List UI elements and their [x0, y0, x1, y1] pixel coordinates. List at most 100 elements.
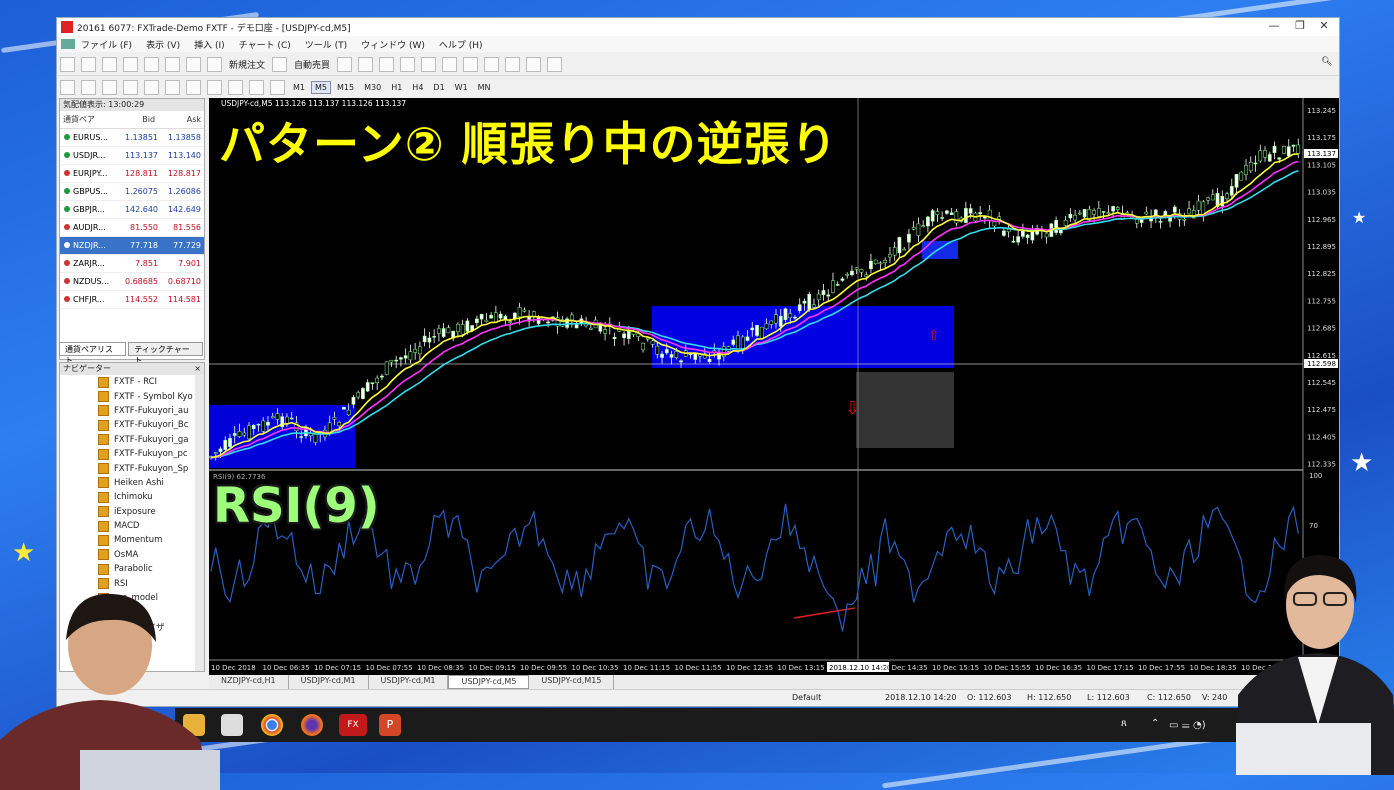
- indicators-icon[interactable]: [505, 56, 521, 72]
- templates-icon[interactable]: [547, 56, 563, 72]
- auto-trading-icon[interactable]: [272, 56, 288, 72]
- tray-person-icon[interactable]: ጸ: [1121, 718, 1127, 729]
- market-watch-row[interactable]: ZARJR... 7.851 7.901: [60, 254, 204, 273]
- navigator-item[interactable]: OsMA: [60, 548, 204, 562]
- navigator-item[interactable]: Ichimoku: [60, 490, 204, 504]
- market-watch-row[interactable]: AUDJR... 81.550 81.556: [60, 218, 204, 237]
- new-order-icon[interactable]: [207, 56, 222, 72]
- tf-m15[interactable]: M15: [333, 81, 358, 94]
- column-header-symbol[interactable]: 通貨ペア: [60, 111, 119, 129]
- rectangle-icon[interactable]: [249, 79, 264, 95]
- tf-m1[interactable]: M1: [289, 81, 309, 94]
- menu-help[interactable]: ヘルプ (H): [439, 38, 483, 51]
- trendline-icon[interactable]: [144, 79, 159, 95]
- market-watch-row[interactable]: EURJPY... 128.811 128.817: [60, 164, 204, 183]
- column-header-bid[interactable]: Bid: [118, 111, 162, 129]
- chart-tab[interactable]: USDJPY-cd,M15: [529, 675, 615, 689]
- market-watch-icon[interactable]: [102, 56, 117, 72]
- menu-tools[interactable]: ツール (T): [305, 38, 347, 51]
- tf-m30[interactable]: M30: [360, 81, 385, 94]
- ask-cell: 1.26086: [161, 182, 204, 201]
- tf-d1[interactable]: D1: [429, 81, 448, 94]
- terminal-icon[interactable]: [165, 56, 180, 72]
- tile-windows-icon[interactable]: [442, 56, 458, 72]
- market-watch-row[interactable]: GBPUS... 1.26075 1.26086: [60, 182, 204, 201]
- powerpoint-icon[interactable]: P: [379, 714, 401, 736]
- text-icon[interactable]: [207, 79, 222, 95]
- navigator-item[interactable]: MACD: [60, 519, 204, 533]
- tf-mn[interactable]: MN: [474, 81, 495, 94]
- tab-symbols[interactable]: 通貨ペアリスト: [59, 342, 127, 365]
- navigator-item[interactable]: FXTF-Fukuyon_pc: [60, 447, 204, 461]
- minimize-button[interactable]: —: [1263, 19, 1285, 32]
- store-icon[interactable]: [221, 714, 243, 736]
- chart-shift-icon[interactable]: [484, 56, 500, 72]
- navigator-item[interactable]: RSI: [60, 576, 204, 590]
- menu-chart[interactable]: チャート (C): [239, 38, 291, 51]
- navigator-item[interactable]: FXTF - Symbol Kyo: [60, 389, 204, 403]
- search-icon[interactable]: 🔍︎: [1321, 57, 1336, 72]
- zoom-out-icon[interactable]: [421, 56, 437, 72]
- column-header-ask[interactable]: Ask: [161, 111, 204, 129]
- navigator-item[interactable]: FXTF-Fukuyon_Sp: [60, 461, 204, 475]
- channel-icon[interactable]: [165, 79, 180, 95]
- bar-chart-icon[interactable]: [337, 56, 353, 72]
- chart-area[interactable]: ⇩ ⇧ 113.245 113.175 113.105 113.035 112.965 1…: [209, 98, 1339, 676]
- menu-view[interactable]: 表示 (V): [146, 38, 180, 51]
- chart-canvas[interactable]: ⇩ ⇧ 113.245113.175113.105113.035112.9651…: [209, 98, 1339, 676]
- horizontal-line-icon[interactable]: [123, 79, 138, 95]
- tab-tick-chart[interactable]: ティックチャート: [128, 342, 203, 365]
- tf-h1[interactable]: H1: [387, 81, 406, 94]
- fibonacci-icon[interactable]: [186, 79, 201, 95]
- chart-tab[interactable]: USDJPY-cd,M1: [369, 675, 449, 689]
- crosshair-icon[interactable]: [81, 79, 96, 95]
- tray-chevron-icon[interactable]: ⌃: [1151, 718, 1159, 729]
- market-watch-row[interactable]: NZDJR... 77.718 77.729: [60, 236, 204, 255]
- chrome-icon[interactable]: [261, 714, 283, 736]
- tray-icons[interactable]: ▭ 𝍢 ◔): [1169, 718, 1206, 735]
- navigator-item[interactable]: Momentum: [60, 533, 204, 547]
- navigator-item[interactable]: FXTF-Fukuyori_au: [60, 404, 204, 418]
- tf-w1[interactable]: W1: [451, 81, 472, 94]
- tf-h4[interactable]: H4: [408, 81, 427, 94]
- maximize-button[interactable]: ❐: [1289, 19, 1311, 32]
- chart-tab[interactable]: NZDJPY-cd,H1: [209, 675, 289, 689]
- cursor-icon[interactable]: [60, 79, 75, 95]
- navigator-item[interactable]: FXTF-Fukuyori_ga: [60, 433, 204, 447]
- market-watch-row[interactable]: USDJR... 113.137 113.140: [60, 146, 204, 165]
- candlestick-icon[interactable]: [358, 56, 374, 72]
- market-watch-row[interactable]: NZDUS... 0.68685 0.68710: [60, 272, 204, 291]
- navigator-item[interactable]: Heiken Ashi: [60, 476, 204, 490]
- firefox-icon[interactable]: [301, 714, 323, 736]
- profiles-icon[interactable]: [81, 56, 96, 72]
- navigator-item[interactable]: iExposure: [60, 505, 204, 519]
- data-window-icon[interactable]: [123, 56, 138, 72]
- tf-m5[interactable]: M5: [311, 80, 331, 94]
- market-watch-row[interactable]: GBPJR... 142.640 142.649: [60, 200, 204, 219]
- autoscroll-icon[interactable]: [463, 56, 479, 72]
- strategy-tester-icon[interactable]: [186, 56, 201, 72]
- navigator-item[interactable]: Parabolic: [60, 562, 204, 576]
- chart-tab[interactable]: USDJPY-cd,M5: [448, 675, 530, 689]
- navigator-item[interactable]: FXTF - RCI: [60, 375, 204, 389]
- new-order-button[interactable]: 新規注文: [229, 58, 265, 71]
- market-watch-row[interactable]: EURUS... 1.13851 1.13858: [60, 128, 204, 147]
- mt4-taskbar-icon[interactable]: FX: [339, 714, 367, 736]
- arrows-icon[interactable]: [270, 79, 285, 95]
- navigator-icon[interactable]: [144, 56, 159, 72]
- navigator-close-icon[interactable]: ×: [194, 363, 201, 375]
- vertical-line-icon[interactable]: [102, 79, 117, 95]
- text-label-icon[interactable]: [228, 79, 243, 95]
- menu-insert[interactable]: 挿入 (I): [194, 38, 225, 51]
- new-chart-icon[interactable]: [60, 56, 75, 72]
- close-button[interactable]: ✕: [1313, 19, 1335, 32]
- auto-trade-button[interactable]: 自動売買: [294, 58, 330, 71]
- menu-window[interactable]: ウィンドウ (W): [361, 38, 425, 51]
- line-chart-icon[interactable]: [379, 56, 395, 72]
- market-watch-row[interactable]: CHFJR... 114.552 114.581: [60, 290, 204, 309]
- menu-file[interactable]: ファイル (F): [81, 38, 132, 51]
- navigator-item[interactable]: FXTF-Fukuyori_Bc: [60, 418, 204, 432]
- zoom-in-icon[interactable]: [400, 56, 416, 72]
- chart-tab[interactable]: USDJPY-cd,M1: [289, 675, 369, 689]
- periods-icon[interactable]: [526, 56, 542, 72]
